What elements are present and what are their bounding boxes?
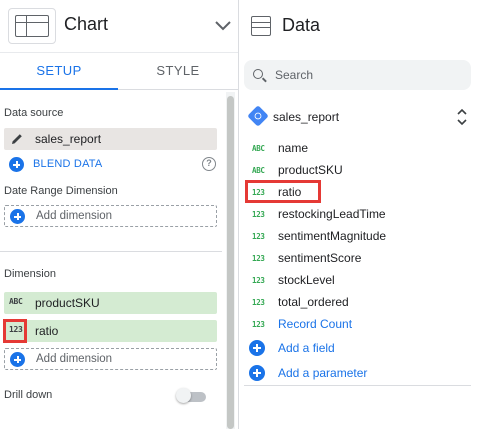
data-source-row[interactable]: sales_report — [244, 104, 471, 130]
add-parameter-button[interactable]: Add a parameter — [244, 362, 471, 384]
number-type-icon: 123 — [252, 320, 265, 329]
dimension-name: productSKU — [35, 296, 100, 310]
number-type-icon: 123 — [252, 276, 265, 285]
add-date-range-dimension[interactable]: Add dimension — [4, 205, 217, 227]
dimension-chip-ratio[interactable]: 123 ratio — [4, 320, 217, 342]
add-field-button[interactable]: Add a field — [244, 337, 471, 359]
data-panel-icon — [251, 16, 271, 36]
panel-scrollbar[interactable] — [226, 92, 235, 429]
dimension-name: ratio — [35, 324, 59, 338]
field-name: sentimentScore — [278, 251, 362, 265]
field-name: restockingLeadTime — [278, 207, 386, 221]
field-name: productSKU — [278, 163, 343, 177]
panel-tabs: SETUP STYLE — [0, 52, 238, 90]
chart-header: Chart — [0, 0, 238, 52]
section-divider — [244, 385, 471, 386]
date-range-dimension-label: Date Range Dimension — [4, 185, 118, 197]
highlight-box — [3, 319, 27, 343]
chevron-down-icon[interactable] — [212, 14, 234, 36]
add-circle-icon — [10, 209, 25, 224]
properties-panel: Chart SETUP STYLE Data source sales_repo… — [0, 0, 238, 429]
collapse-icon[interactable] — [456, 107, 468, 127]
add-field-label: Add a field — [278, 341, 335, 355]
field-item-restockingleadtime[interactable]: 123 restockingLeadTime — [244, 203, 471, 225]
chart-type-title: Chart — [64, 14, 109, 34]
field-item-sentimentscore[interactable]: 123 sentimentScore — [244, 247, 471, 269]
field-item-record-count[interactable]: 123 Record Count — [244, 313, 471, 335]
text-type-icon: ABC — [252, 166, 265, 175]
add-parameter-label: Add a parameter — [278, 366, 368, 380]
number-type-icon: 123 — [252, 232, 265, 241]
add-circle-icon — [249, 340, 265, 356]
number-type-icon: 123 — [252, 298, 265, 307]
field-name: sentimentMagnitude — [278, 229, 387, 243]
add-circle-icon — [249, 365, 265, 381]
search-icon — [253, 69, 263, 79]
field-search[interactable] — [244, 60, 471, 90]
search-input[interactable] — [275, 67, 455, 83]
pencil-icon[interactable] — [9, 131, 25, 147]
add-dimension[interactable]: Add dimension — [4, 348, 217, 370]
field-item-name[interactable]: ABC name — [244, 137, 471, 159]
data-panel: Data sales_report ABC name ABC productSK… — [238, 0, 477, 429]
section-divider — [0, 251, 222, 252]
tab-style[interactable]: STYLE — [119, 53, 237, 90]
text-type-icon: ABC — [252, 144, 265, 153]
tab-setup[interactable]: SETUP — [0, 53, 118, 90]
field-name: stockLevel — [278, 273, 335, 287]
data-panel-title: Data — [282, 15, 321, 35]
drill-down-toggle[interactable] — [176, 388, 206, 403]
table-chart-icon[interactable] — [8, 8, 56, 44]
field-item-stocklevel[interactable]: 123 stockLevel — [244, 269, 471, 291]
dimension-label: Dimension — [4, 268, 56, 280]
scrollbar-thumb[interactable] — [227, 96, 234, 429]
data-source-chip[interactable]: sales_report — [4, 128, 217, 150]
number-type-icon: 123 — [252, 254, 265, 263]
drill-down-label: Drill down — [4, 389, 53, 401]
field-name: name — [278, 141, 309, 155]
dimension-chip-productsku[interactable]: ABC productSKU — [4, 292, 217, 314]
field-item-sentimentmagnitude[interactable]: 123 sentimentMagnitude — [244, 225, 471, 247]
add-circle-icon — [10, 352, 25, 367]
field-name: total_ordered — [278, 295, 349, 309]
text-type-icon[interactable]: ABC — [9, 297, 23, 306]
blend-data-label[interactable]: BLEND DATA — [33, 158, 102, 170]
field-name: Record Count — [278, 317, 353, 331]
add-dimension-label: Add dimension — [36, 210, 113, 222]
number-type-icon: 123 — [252, 210, 265, 219]
data-source-name: sales_report — [35, 132, 102, 146]
data-source-name: sales_report — [273, 110, 340, 124]
add-circle-icon — [9, 157, 24, 172]
field-item-total-ordered[interactable]: 123 total_ordered — [244, 291, 471, 313]
data-source-label: Data source — [4, 107, 64, 119]
add-dimension-label: Add dimension — [36, 353, 113, 365]
help-icon[interactable]: ? — [202, 157, 216, 171]
field-item-productsku[interactable]: ABC productSKU — [244, 159, 471, 181]
highlight-box — [245, 180, 321, 203]
data-source-icon — [247, 105, 269, 127]
